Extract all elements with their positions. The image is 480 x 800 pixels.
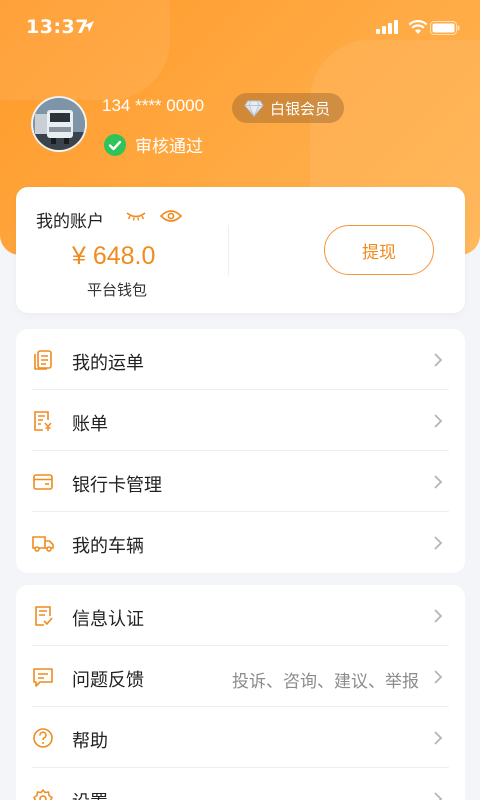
menu-group-primary: 我的运单 账单 银行卡管理 我的车辆 <box>16 329 465 573</box>
account-title: 我的账户 <box>36 212 104 232</box>
wifi-icon <box>408 20 428 34</box>
eye-open-icon[interactable] <box>160 209 182 223</box>
menu-item-label: 信息认证 <box>72 609 144 630</box>
account-card: 我的账户 ¥ 648.0 平台钱包 提现 <box>16 187 465 313</box>
menu-item-waybills[interactable]: 我的运单 <box>16 329 465 390</box>
check-circle-icon <box>104 133 126 156</box>
member-badge[interactable]: 白银会员 <box>232 93 345 123</box>
phone-number: 134 **** 0000 <box>102 96 205 115</box>
menu-item-label: 我的运单 <box>72 353 144 374</box>
chevron-right-icon <box>434 536 443 550</box>
menu-item-label: 我的车辆 <box>72 536 144 557</box>
menu-item-settings[interactable]: 设置 <box>16 768 465 800</box>
waybill-icon <box>34 350 52 370</box>
menu-group-secondary: 信息认证 问题反馈 投诉、咨询、建议、举报 帮助 设置 <box>16 585 465 800</box>
menu-item-label: 问题反馈 <box>72 670 144 691</box>
menu-item-feedback[interactable]: 问题反馈 投诉、咨询、建议、举报 <box>16 646 465 707</box>
cellular-signal-icon <box>376 20 398 34</box>
menu-item-label: 账单 <box>72 414 108 435</box>
menu-item-label: 帮助 <box>72 731 108 752</box>
diamond-icon <box>244 100 264 117</box>
menu-item-bank-cards[interactable]: 银行卡管理 <box>16 451 465 512</box>
chevron-right-icon <box>434 353 443 367</box>
bank-card-icon <box>33 474 53 490</box>
help-icon <box>33 728 53 748</box>
feedback-icon <box>33 668 53 687</box>
wallet-balance: ¥ 648.0 <box>72 242 156 270</box>
menu-item-bills[interactable]: 账单 <box>16 390 465 451</box>
feedback-subtitle: 投诉、咨询、建议、举报 <box>232 672 419 692</box>
chevron-right-icon <box>434 609 443 623</box>
status-time: 13:37 <box>26 16 89 38</box>
member-badge-label: 白银会员 <box>270 99 331 118</box>
battery-icon <box>430 21 460 35</box>
eye-closed-icon[interactable] <box>126 211 146 221</box>
verification-status: 审核通过 <box>104 132 203 157</box>
chevron-right-icon <box>434 670 443 684</box>
divider <box>228 225 229 275</box>
verification-label: 审核通过 <box>135 137 203 157</box>
chevron-right-icon <box>434 475 443 489</box>
chevron-right-icon <box>434 731 443 745</box>
avatar[interactable] <box>31 96 87 152</box>
menu-item-vehicles[interactable]: 我的车辆 <box>16 512 465 573</box>
truck-icon <box>32 536 54 552</box>
certification-icon <box>35 606 53 626</box>
truck-photo-icon <box>33 98 85 150</box>
chevron-right-icon <box>434 792 443 800</box>
withdraw-button[interactable]: 提现 <box>324 225 434 275</box>
location-arrow-icon <box>83 21 94 32</box>
chevron-right-icon <box>434 414 443 428</box>
status-bar: 13:37 <box>0 0 480 56</box>
menu-item-label: 银行卡管理 <box>72 475 162 496</box>
menu-item-label: 设置 <box>72 788 108 800</box>
settings-icon <box>33 789 53 800</box>
menu-item-certification[interactable]: 信息认证 <box>16 585 465 646</box>
bill-icon <box>34 411 52 431</box>
wallet-label: 平台钱包 <box>87 281 148 299</box>
menu-item-help[interactable]: 帮助 <box>16 707 465 768</box>
